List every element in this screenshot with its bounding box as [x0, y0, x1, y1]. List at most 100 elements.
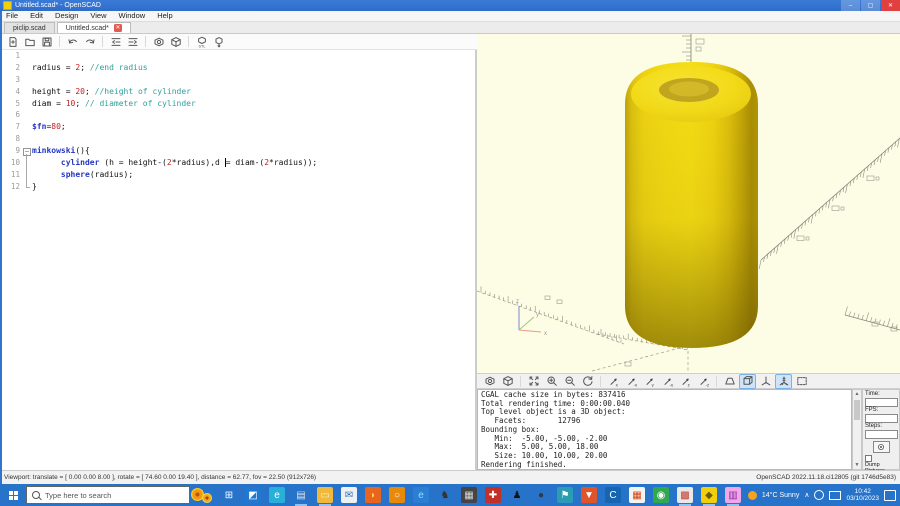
perspective-icon[interactable] [721, 374, 738, 389]
tab-close-icon[interactable]: ✕ [114, 24, 122, 32]
show-axes-icon[interactable] [757, 374, 774, 389]
office-app-icon[interactable]: ▦ [629, 487, 645, 503]
close-button[interactable]: ✕ [881, 0, 900, 11]
edge-browser-icon[interactable]: e [269, 487, 285, 503]
search-input[interactable]: Type here to search [26, 486, 190, 504]
view-front-icon[interactable]: y [641, 374, 658, 389]
search-tool-icon[interactable]: ○ [389, 487, 405, 503]
scroll-down-icon[interactable]: ▼ [855, 461, 860, 469]
scroll-up-icon[interactable]: ▲ [855, 390, 860, 398]
maximize-button[interactable]: ▢ [861, 0, 880, 11]
fold-column[interactable] [22, 157, 32, 169]
display-tray-icon[interactable] [829, 491, 841, 500]
redo-icon[interactable] [82, 35, 97, 48]
view-bottom-icon[interactable]: -z [695, 374, 712, 389]
cylinder-model[interactable] [625, 62, 758, 348]
fold-column[interactable] [22, 98, 32, 110]
brave-browser-icon[interactable]: ▼ [581, 487, 597, 503]
zoom-out-icon[interactable] [561, 374, 578, 389]
unindent-icon[interactable] [108, 35, 123, 48]
fold-column[interactable] [22, 181, 32, 193]
new-file-icon[interactable] [5, 35, 20, 48]
fold-column[interactable] [22, 109, 32, 121]
calculator-app-icon[interactable]: ▦ [461, 487, 477, 503]
fold-toggle-icon[interactable]: – [23, 148, 31, 156]
menu-item-edit[interactable]: Edit [24, 11, 49, 21]
weather-sun-icon[interactable] [748, 491, 757, 500]
render-icon[interactable] [499, 374, 516, 389]
editor-tab[interactable]: piclip.scad [4, 22, 55, 33]
black-app-icon[interactable]: ♟ [509, 487, 525, 503]
steps-input[interactable] [865, 430, 898, 439]
fold-column[interactable] [22, 169, 32, 181]
open-file-icon[interactable] [22, 35, 37, 48]
weather-text[interactable]: 14°C Sunny [762, 492, 799, 499]
orthogonal-icon[interactable] [739, 374, 756, 389]
render-icon[interactable] [168, 35, 183, 48]
preview-icon[interactable] [151, 35, 166, 48]
photos-app-icon[interactable]: ◩ [245, 487, 261, 503]
time-input[interactable] [865, 398, 898, 407]
tray-expand-icon[interactable]: ∧ [804, 491, 809, 499]
fold-column[interactable] [22, 121, 32, 133]
notification-center-icon[interactable] [884, 490, 896, 501]
console-scrollbar[interactable]: ▲ ▼ [852, 389, 862, 470]
console-output[interactable]: CGAL cache size in bytes: 837416Total re… [477, 389, 852, 470]
menu-item-design[interactable]: Design [49, 11, 84, 21]
menu-item-help[interactable]: Help [151, 11, 178, 21]
editor-tab[interactable]: Untitled.scad*✕ [57, 22, 131, 33]
task-view-icon[interactable]: ⊞ [221, 487, 237, 503]
view-top-icon[interactable]: z [677, 374, 694, 389]
fold-column[interactable] [22, 50, 32, 62]
green-app-icon[interactable]: ◉ [653, 487, 669, 503]
start-button[interactable] [0, 484, 26, 506]
media-app-icon[interactable]: ▥ [725, 487, 741, 503]
firefox-browser-icon[interactable]: ◗ [365, 487, 381, 503]
globe-app-icon[interactable]: ● [533, 487, 549, 503]
animate-record-button[interactable] [873, 441, 890, 453]
search-highlight-image[interactable] [190, 485, 214, 505]
mail-app-icon[interactable]: ✉ [341, 487, 357, 503]
show-scale-markers-icon[interactable] [775, 374, 792, 389]
zoom-in-icon[interactable] [543, 374, 560, 389]
undo-icon[interactable] [65, 35, 80, 48]
view-back-icon[interactable]: -y [659, 374, 676, 389]
openscad-app-icon[interactable]: ◆ [701, 487, 717, 503]
flag-app-icon[interactable]: ⚑ [557, 487, 573, 503]
print-3d-icon[interactable] [211, 35, 226, 48]
zoom-all-icon[interactable] [525, 374, 542, 389]
fold-column[interactable]: – [22, 145, 32, 157]
fold-column[interactable] [22, 74, 32, 86]
fold-column[interactable] [22, 133, 32, 145]
cura-app-icon[interactable]: C [605, 487, 621, 503]
menu-item-file[interactable]: File [0, 11, 24, 21]
tray-app-icon[interactable] [814, 490, 824, 500]
save-icon[interactable] [39, 35, 54, 48]
preview-icon[interactable] [481, 374, 498, 389]
red-app-icon[interactable]: ✚ [485, 487, 501, 503]
paint-app-icon[interactable]: ▩ [677, 487, 693, 503]
code-editor[interactable]: 12radius = 2; //end radius34height = 20;… [0, 50, 477, 470]
menu-item-window[interactable]: Window [113, 11, 152, 21]
dog-app-icon[interactable]: ♞ [437, 487, 453, 503]
viewport-3d[interactable]: z y x [477, 34, 900, 373]
scrollbar-thumb[interactable] [854, 400, 860, 420]
view-all-icon[interactable] [793, 374, 810, 389]
fold-column[interactable] [22, 86, 32, 98]
view-right-icon[interactable]: x [605, 374, 622, 389]
clock-date: 03/10/2023 [846, 495, 879, 503]
taskbar-clock[interactable]: 10:42 03/10/2023 [846, 488, 879, 503]
indent-icon[interactable] [125, 35, 140, 48]
menu-item-view[interactable]: View [84, 11, 112, 21]
minimize-button[interactable]: – [841, 0, 860, 11]
export-stl-icon[interactable]: STL [194, 35, 209, 48]
fps-input[interactable] [865, 414, 898, 423]
view-left-icon[interactable]: -x [623, 374, 640, 389]
file-explorer-icon[interactable]: ▭ [317, 487, 333, 503]
search-icon [32, 491, 40, 499]
internet-explorer-icon[interactable]: e [413, 487, 429, 503]
dump-pictures-checkbox[interactable] [865, 455, 872, 462]
fold-column[interactable] [22, 62, 32, 74]
folders-app-icon[interactable]: ▤ [293, 487, 309, 503]
reset-view-icon[interactable] [579, 374, 596, 389]
